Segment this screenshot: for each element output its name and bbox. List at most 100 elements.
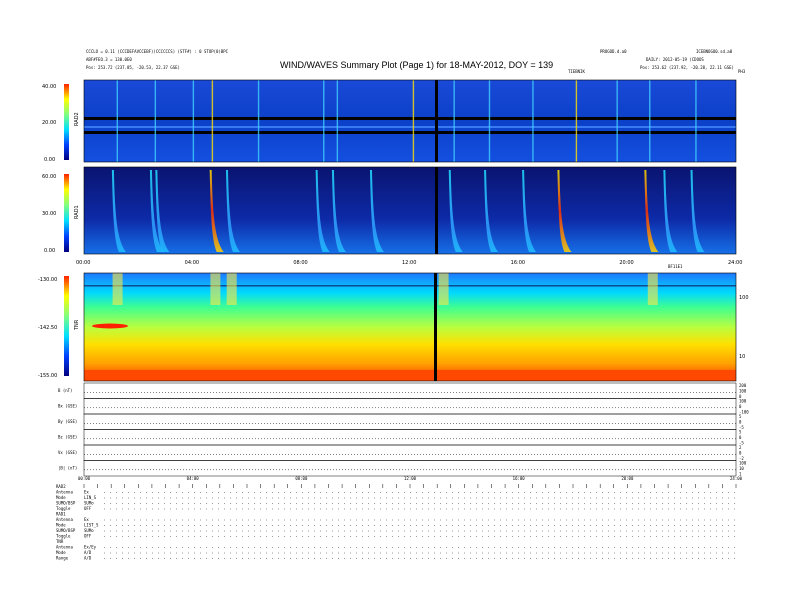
- footer-param-name: Range: [56, 556, 69, 561]
- tnr-dark-line: [84, 285, 736, 287]
- meta-left-1: CCCLO = 0.11 (CCCDEFAVCCEBF)(CCCCCCS) (S…: [86, 49, 229, 54]
- rad1-cbar-tick-top: 60.00: [42, 174, 56, 180]
- meta-left-2: ABF#FEO.3 = 130.0E0: [86, 57, 132, 62]
- hk-right-tick: 0: [739, 404, 742, 409]
- tnr-data-gap: [434, 273, 437, 381]
- hk-right-tick: 100: [739, 389, 747, 394]
- footer-parameters: RAD2Antenna ExMode LIN_SSUMO/BSP SUMoToggle…: [56, 484, 736, 561]
- hk-x-tick-label: 08:00: [295, 476, 308, 481]
- hk-row-frame: [83, 413, 737, 430]
- hk-right-tick: 100: [739, 399, 747, 404]
- footer-param-name: Antenna: [56, 517, 73, 522]
- hk-right-tick: 0: [739, 435, 742, 440]
- footer-group-label: RAD1: [56, 512, 66, 517]
- meta-left-3: Pos: 253.72 (237.85, -20.53, 22.37 GSE): [86, 65, 180, 70]
- rad2-panel: 40.00 20.00 0.00 RAD2: [42, 79, 737, 163]
- hk-x-tick-label: 12:00: [404, 476, 417, 481]
- meta-right-2: DAILY: 2012-05-19 (CDOOS: [646, 57, 704, 62]
- rad2-burst: [412, 80, 415, 162]
- hk-right-tick: 0: [739, 420, 742, 425]
- footer-param-value: SUMo: [84, 501, 94, 506]
- rad2-ylabel: RAD2: [74, 112, 80, 126]
- meta-center-2: TIEBNIK: [568, 69, 585, 74]
- rad2-cbar-tick-mid: 20.00: [42, 120, 56, 126]
- rad2-burst: [616, 80, 618, 162]
- hk-row-frame: [83, 382, 737, 399]
- hk-right-tick: 5: [739, 414, 742, 419]
- housekeeping-panel: B (nT)2001000Bx (GSE)1000-100By (GSE)50-…: [58, 382, 749, 477]
- tnr-panel: -130.00 -142.50 -155.00 TNR 100 10: [38, 272, 749, 382]
- tnr-burst: [647, 273, 658, 305]
- rad2-burst: [336, 80, 339, 162]
- hk-right-tick: 10: [739, 466, 744, 471]
- hk-x-tick-label: 16:00: [513, 476, 526, 481]
- footer-param-value: LIST_S: [84, 523, 99, 528]
- footer-param-name: SUMO/BSP: [56, 528, 76, 533]
- footer-param-name: Mode: [56, 495, 66, 500]
- tnr-burst: [112, 273, 123, 305]
- rad2-burst: [192, 80, 195, 162]
- meta-right-4: PH3: [738, 69, 746, 74]
- footer-group-label: RAD2: [56, 484, 66, 489]
- footer-param-value: A/D: [84, 550, 92, 555]
- footer-param-value: Ex: [84, 490, 89, 495]
- rad2-burst: [257, 80, 260, 162]
- meta-right-1: ICEBNOGO0.sd.a0: [696, 49, 733, 54]
- rad1-cbar-tick-mid: 30.00: [42, 211, 56, 217]
- rad2-burst: [116, 80, 118, 162]
- hk-x-tick-label: 04:00: [187, 476, 200, 481]
- footer-param-name: Toggle: [56, 506, 71, 511]
- rad2-burst: [649, 80, 651, 162]
- hk-right-tick: 0: [739, 451, 742, 456]
- tnr-right-tick-top: 100: [739, 295, 749, 301]
- hk-right-tick: 100: [739, 461, 747, 466]
- hk-row-label: Bx (GSE): [58, 404, 77, 409]
- rad2-burst: [532, 80, 534, 162]
- footer-param-value: OFF: [84, 534, 92, 539]
- tnr-cbar-tick-top: -130.00: [38, 277, 57, 283]
- rad2-band-dark-2: [84, 131, 736, 134]
- hk-row-label: |B| (nT): [58, 466, 77, 471]
- tnr-burst: [226, 273, 237, 305]
- rad2-data-gap: [435, 80, 438, 162]
- rad1-x-tick-label: 04:00: [185, 260, 199, 266]
- rad2-burst: [453, 80, 455, 162]
- rad2-cbar-tick-top: 40.00: [42, 84, 56, 90]
- tnr-background: [84, 273, 736, 381]
- rad2-burst: [488, 80, 491, 162]
- tnr-right-tick-bot: 10: [739, 354, 745, 360]
- rad1-panel: 60.00 30.00 0.00 RAD1: [42, 166, 737, 255]
- tnr-corner-label: BF11E1: [668, 264, 683, 269]
- tnr-colorbar: [64, 276, 69, 376]
- hk-row-label: Bz (GSE): [58, 435, 77, 440]
- tnr-hot-feature: [92, 323, 128, 329]
- footer-param-name: Toggle: [56, 534, 71, 539]
- hk-row-label: B (nT): [58, 388, 72, 393]
- footer-group-label: TNR: [56, 539, 64, 544]
- rad1-x-axis: 00:00 04:00 08:00 12:00 16:00 20:00 24:00: [76, 260, 742, 266]
- rad2-background: [84, 80, 736, 162]
- hk-right-tick: 2: [739, 445, 742, 450]
- footer-param-name: Antenna: [56, 490, 73, 495]
- rad2-band-dark: [84, 117, 736, 120]
- rad1-x-tick-label: 08:00: [293, 260, 307, 266]
- rad1-colorbar: [64, 174, 69, 252]
- hk-right-tick: 5: [739, 430, 742, 435]
- rad1-x-tick-label: 24:00: [728, 260, 742, 266]
- tnr-burst: [438, 273, 449, 305]
- rad1-ylabel: RAD1: [74, 205, 80, 219]
- hk-right-tick: 200: [739, 383, 747, 388]
- rad2-burst: [211, 80, 214, 162]
- rad2-cbar-tick-bot: 0.00: [44, 157, 55, 163]
- hk-x-tick-label: 24:00: [730, 476, 743, 481]
- rad1-x-tick-label: 12:00: [402, 260, 416, 266]
- tnr-cbar-tick-mid: -142.50: [38, 325, 57, 331]
- rad2-colorbar: [64, 84, 69, 160]
- rad1-x-tick-label: 20:00: [619, 260, 633, 266]
- hk-row-frame: [83, 444, 737, 461]
- rad2-burst: [695, 80, 697, 162]
- hk-row-frame: [83, 429, 737, 446]
- meta-center-1: PROGOD.d.a0: [600, 49, 627, 54]
- rad2-burst: [575, 80, 578, 162]
- hk-x-tick-label: 20:00: [621, 476, 634, 481]
